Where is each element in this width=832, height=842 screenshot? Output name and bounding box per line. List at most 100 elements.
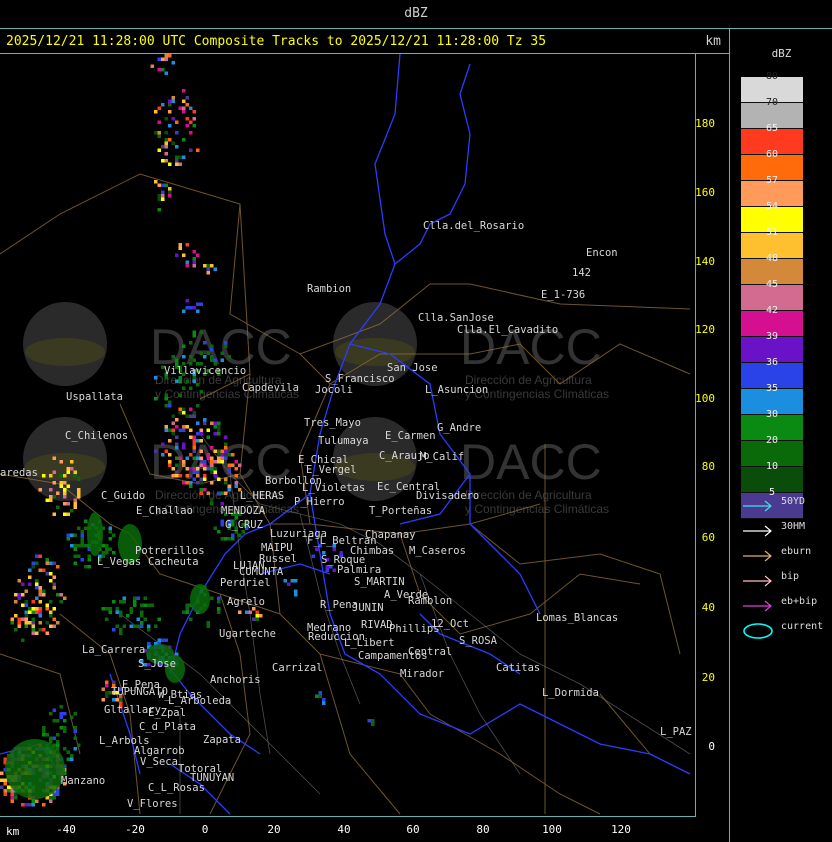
city-label: E_Zpal (148, 707, 186, 719)
echo-pixel (77, 477, 81, 481)
echo-pixel (52, 736, 56, 740)
echo-pixel (192, 330, 196, 334)
watermark-brand: DACC (460, 434, 602, 490)
echo-pixel (238, 610, 242, 614)
echo-pixel (168, 428, 172, 432)
echo-pixel (52, 607, 56, 611)
city-label: L_Asuncion (425, 384, 489, 396)
echo-pixel (182, 463, 186, 467)
y-tick-label: 0 (708, 740, 715, 753)
echo-pixel (157, 183, 161, 187)
city-label: C_Guido (101, 490, 146, 502)
echo-pixel (49, 498, 53, 502)
echo-pixel (231, 453, 235, 457)
echo-pixel (245, 610, 249, 614)
echo-pixel (182, 446, 186, 450)
echo-pixel (185, 414, 189, 418)
echo-pixel (28, 582, 32, 586)
echo-pixel (192, 439, 196, 443)
echo-pixel (31, 607, 35, 611)
echo-pixel (189, 306, 193, 310)
map-title: 2025/12/21 11:28:00 UTC Composite Tracks… (6, 34, 547, 49)
echo-pixel (87, 558, 91, 562)
arrow-icon (743, 500, 772, 512)
dbz-swatch-label: 36 (765, 357, 779, 368)
echo-pixel (238, 533, 242, 537)
echo-pixel (24, 614, 28, 618)
echo-pixel (17, 621, 21, 625)
echo-pixel (178, 474, 182, 478)
echo-pixel (105, 607, 109, 611)
echo-pixel (154, 397, 158, 401)
echo-pixel (56, 792, 60, 796)
echo-pixel (199, 302, 203, 306)
echo-pixel (185, 474, 189, 478)
echo-pixel (63, 729, 67, 733)
echo-pixel (192, 446, 196, 450)
echo-pixel (189, 120, 193, 124)
echo-pixel (161, 145, 165, 149)
echo-pixel (168, 103, 172, 107)
city-label: Agrelo (227, 596, 265, 608)
echo-pixel (63, 712, 67, 716)
city-label: Divisadero (416, 490, 480, 502)
echo-pixel (73, 712, 77, 716)
echo-pixel (3, 778, 7, 782)
echo-pixel (217, 456, 221, 460)
echo-pixel (28, 803, 32, 807)
echo-pixel (182, 344, 186, 348)
echo-pixel (73, 729, 77, 733)
echo-pixel (31, 803, 35, 807)
echo-pixel (182, 460, 186, 464)
echo-pixel (31, 631, 35, 635)
echo-pixel (178, 379, 182, 383)
echo-pixel (105, 694, 109, 698)
city-label: Palmira (337, 564, 382, 576)
echo-pixel (38, 593, 42, 597)
y-tick-label: 120 (695, 323, 715, 336)
echo-pixel (175, 418, 179, 422)
echo-pixel (175, 470, 179, 474)
echo-pixel (175, 120, 179, 124)
echo-pixel (154, 624, 158, 628)
radar-map[interactable]: DACC Dirección de Agricultura y Contingenc… (0, 54, 696, 817)
dbz-swatch-label: 51 (765, 227, 779, 238)
echo-pixel (175, 425, 179, 429)
echo-pixel (49, 712, 53, 716)
echo-pixel (175, 159, 179, 163)
city-label: V_Flores (127, 798, 178, 810)
echo-pixel (52, 582, 56, 586)
echo-pixel (189, 428, 193, 432)
dbz-color-scale: 80 70 65 60 57 54 51 48 45 42 39 36 35 30 20 10 5 (741, 71, 803, 519)
echo-pixel (192, 411, 196, 415)
echo-pixel (147, 624, 151, 628)
echo-pixel (311, 554, 315, 558)
echo-pixel (178, 456, 182, 460)
echo-pixel (199, 481, 203, 485)
echo-pixel (73, 736, 77, 740)
echo-pixel (56, 593, 60, 597)
echo-pixel (182, 425, 186, 429)
echo-pixel (45, 733, 49, 737)
echo-pixel (84, 544, 88, 548)
echo-pixel (154, 110, 158, 114)
echo-pixel (322, 698, 326, 702)
city-label: G_CRUZ (225, 519, 263, 531)
y-tick-label: 60 (701, 531, 715, 544)
echo-pixel (231, 463, 235, 467)
echo-pixel (52, 575, 56, 579)
echo-pixel (182, 386, 186, 390)
city-label: L_Vegas (97, 556, 142, 568)
echo-pixel (185, 96, 189, 100)
echo-pixel (56, 743, 60, 747)
echo-pixel (203, 467, 207, 471)
echo-pixel (14, 593, 18, 597)
echo-pixel (84, 519, 88, 523)
echo-pixel (157, 148, 161, 152)
echo-pixel (52, 561, 56, 565)
watermark-line1: Dirección de Agricultura (465, 488, 592, 502)
dbz-swatch-label: 45 (765, 279, 779, 290)
y-axis: 180 160 140 120 100 80 60 40 20 0 (695, 54, 729, 816)
echo-pixel (203, 474, 207, 478)
echo-pixel (199, 390, 203, 394)
